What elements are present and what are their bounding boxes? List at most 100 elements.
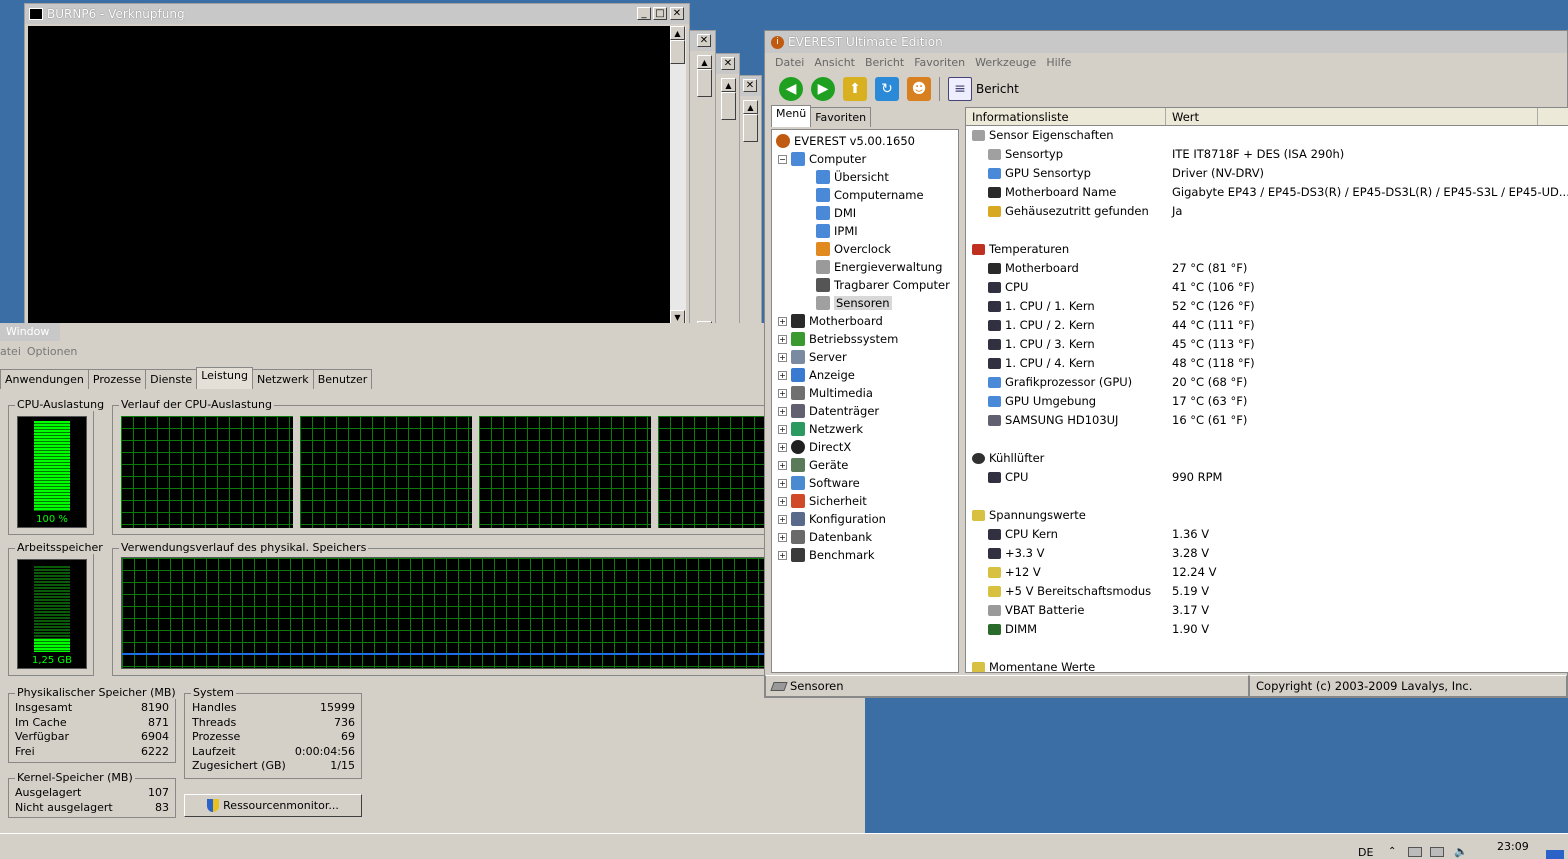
clock[interactable]: 23:09 bbox=[1497, 840, 1529, 853]
computer-tray-icon[interactable] bbox=[1430, 847, 1444, 857]
info-row[interactable]: Motherboard Name Gigabyte EP43 / EP45-DS3… bbox=[966, 185, 1568, 204]
expand-icon[interactable]: + bbox=[778, 550, 787, 560]
expand-icon[interactable]: + bbox=[778, 334, 787, 344]
menu-file[interactable]: atei bbox=[0, 345, 21, 358]
tree-item-14[interactable]: + Multimedia bbox=[778, 384, 873, 402]
tree-item-1[interactable]: − Computer bbox=[778, 150, 866, 168]
tree-item-11[interactable]: + Betriebssystem bbox=[778, 330, 898, 348]
tree-item-5[interactable]: IPMI bbox=[816, 222, 858, 240]
tab-users[interactable]: Benutzer bbox=[312, 369, 373, 389]
scroll-up-icon[interactable]: ▲ bbox=[670, 26, 685, 40]
tab-applications[interactable]: Anwendungen bbox=[0, 369, 89, 389]
info-row[interactable]: VBAT Batterie 3.17 V bbox=[966, 603, 1568, 622]
tab-processes[interactable]: Prozesse bbox=[87, 369, 147, 389]
tree-item-8[interactable]: Tragbarer Computer bbox=[816, 276, 950, 294]
tree-item-12[interactable]: + Server bbox=[778, 348, 847, 366]
info-row[interactable]: 1. CPU / 3. Kern 45 °C (113 °F) bbox=[966, 337, 1568, 356]
tree-item-2[interactable]: Übersicht bbox=[816, 168, 889, 186]
maximize-button[interactable]: □ bbox=[653, 7, 667, 20]
section-header[interactable]: Sensor Eigenschaften bbox=[966, 128, 1568, 147]
tab-menu[interactable]: Menü bbox=[771, 105, 812, 127]
tree-item-17[interactable]: + DirectX bbox=[778, 438, 851, 456]
info-row[interactable]: 1. CPU / 4. Kern 48 °C (118 °F) bbox=[966, 356, 1568, 375]
scrollbar[interactable]: ▲ bbox=[743, 100, 758, 142]
info-row[interactable]: Grafikprozessor (GPU) 20 °C (68 °F) bbox=[966, 375, 1568, 394]
expand-icon[interactable]: + bbox=[778, 460, 787, 470]
report-icon[interactable]: ≡ bbox=[948, 77, 972, 101]
tab-favoriten[interactable]: Favoriten bbox=[810, 107, 872, 127]
info-row[interactable]: +12 V 12.24 V bbox=[966, 565, 1568, 584]
menu-datei[interactable]: Datei bbox=[775, 56, 804, 69]
scroll-thumb[interactable] bbox=[670, 40, 685, 64]
expand-icon[interactable]: + bbox=[778, 532, 787, 542]
back-icon[interactable]: ◀ bbox=[779, 77, 803, 101]
info-row[interactable]: +3.3 V 3.28 V bbox=[966, 546, 1568, 565]
tab-network[interactable]: Netzwerk bbox=[251, 369, 314, 389]
expand-icon[interactable]: + bbox=[778, 370, 787, 380]
info-row[interactable]: Sensortyp ITE IT8718F + DES (ISA 290h) bbox=[966, 147, 1568, 166]
menu-werkzeuge[interactable]: Werkzeuge bbox=[975, 56, 1036, 69]
menu-favoriten[interactable]: Favoriten bbox=[914, 56, 965, 69]
info-row[interactable]: +5 V Bereitschaftsmodus 5.19 V bbox=[966, 584, 1568, 603]
info-row[interactable]: CPU 41 °C (106 °F) bbox=[966, 280, 1568, 299]
close-button[interactable]: ✕ bbox=[670, 7, 684, 20]
expand-icon[interactable]: + bbox=[778, 316, 787, 326]
info-row[interactable]: 1. CPU / 1. Kern 52 °C (126 °F) bbox=[966, 299, 1568, 318]
up-folder-icon[interactable]: ⬆ bbox=[843, 77, 867, 101]
expand-icon[interactable]: + bbox=[778, 424, 787, 434]
console-scrollbar[interactable]: ▲ ▼ bbox=[670, 26, 686, 326]
tree-item-3[interactable]: Computername bbox=[816, 186, 924, 204]
chevron-up-icon[interactable]: ⌃ bbox=[1388, 846, 1396, 857]
section-header[interactable]: Spannungswerte bbox=[966, 508, 1568, 527]
tree-item-0[interactable]: EVEREST v5.00.1650 bbox=[776, 132, 915, 150]
menu-ansicht[interactable]: Ansicht bbox=[814, 56, 855, 69]
tree-item-6[interactable]: Overclock bbox=[816, 240, 891, 258]
section-header[interactable]: Momentane Werte bbox=[966, 660, 1568, 672]
column-informationsliste[interactable]: Informationsliste bbox=[966, 108, 1166, 125]
info-row[interactable]: SAMSUNG HD103UJ 16 °C (61 °F) bbox=[966, 413, 1568, 432]
expand-icon[interactable]: + bbox=[778, 442, 787, 452]
language-indicator[interactable]: DE bbox=[1358, 846, 1373, 859]
show-desktop-button[interactable] bbox=[1546, 850, 1564, 859]
close-icon[interactable]: ✕ bbox=[743, 79, 757, 92]
console-screen[interactable] bbox=[28, 26, 670, 326]
tree-item-21[interactable]: + Konfiguration bbox=[778, 510, 886, 528]
expand-icon[interactable]: + bbox=[778, 478, 787, 488]
tree-item-22[interactable]: + Datenbank bbox=[778, 528, 872, 546]
close-icon[interactable]: ✕ bbox=[697, 34, 711, 47]
tree-item-15[interactable]: + Datenträger bbox=[778, 402, 879, 420]
scroll-down-icon[interactable]: ▼ bbox=[670, 310, 685, 324]
forward-icon[interactable]: ▶ bbox=[811, 77, 835, 101]
info-row[interactable]: GPU Umgebung 17 °C (63 °F) bbox=[966, 394, 1568, 413]
refresh-icon[interactable]: ↻ bbox=[875, 77, 899, 101]
expand-icon[interactable]: + bbox=[778, 514, 787, 524]
info-row[interactable]: Gehäusezutritt gefunden Ja bbox=[966, 204, 1568, 223]
tree-item-19[interactable]: + Software bbox=[778, 474, 860, 492]
network-icon[interactable] bbox=[1408, 847, 1422, 857]
menu-hilfe[interactable]: Hilfe bbox=[1046, 56, 1071, 69]
info-row[interactable]: Motherboard 27 °C (81 °F) bbox=[966, 261, 1568, 280]
info-row[interactable]: CPU Kern 1.36 V bbox=[966, 527, 1568, 546]
collapse-icon[interactable]: − bbox=[778, 154, 787, 164]
tab-performance[interactable]: Leistung bbox=[196, 367, 253, 389]
tree-item-13[interactable]: + Anzeige bbox=[778, 366, 855, 384]
scrollbar[interactable]: ▲ bbox=[721, 78, 736, 120]
info-row[interactable]: DIMM 1.90 V bbox=[966, 622, 1568, 641]
tree-item-9[interactable]: Sensoren bbox=[816, 294, 892, 312]
volume-icon[interactable]: 🔈 bbox=[1454, 845, 1468, 858]
tree-item-23[interactable]: + Benchmark bbox=[778, 546, 875, 564]
section-header[interactable]: Temperaturen bbox=[966, 242, 1568, 261]
tree-item-20[interactable]: + Sicherheit bbox=[778, 492, 867, 510]
tree-item-16[interactable]: + Netzwerk bbox=[778, 420, 863, 438]
expand-icon[interactable]: + bbox=[778, 406, 787, 416]
expand-icon[interactable]: + bbox=[778, 352, 787, 362]
section-header[interactable]: Kühllüfter bbox=[966, 451, 1568, 470]
scrollbar[interactable]: ▲ bbox=[697, 55, 712, 97]
resource-monitor-button[interactable]: Ressourcenmonitor... bbox=[184, 794, 362, 817]
minimize-button[interactable]: _ bbox=[637, 7, 651, 20]
tree-item-10[interactable]: + Motherboard bbox=[778, 312, 883, 330]
tree-item-18[interactable]: + Geräte bbox=[778, 456, 848, 474]
users-icon[interactable]: ☻ bbox=[907, 77, 931, 101]
menu-bericht[interactable]: Bericht bbox=[865, 56, 904, 69]
close-icon[interactable]: ✕ bbox=[721, 57, 735, 70]
